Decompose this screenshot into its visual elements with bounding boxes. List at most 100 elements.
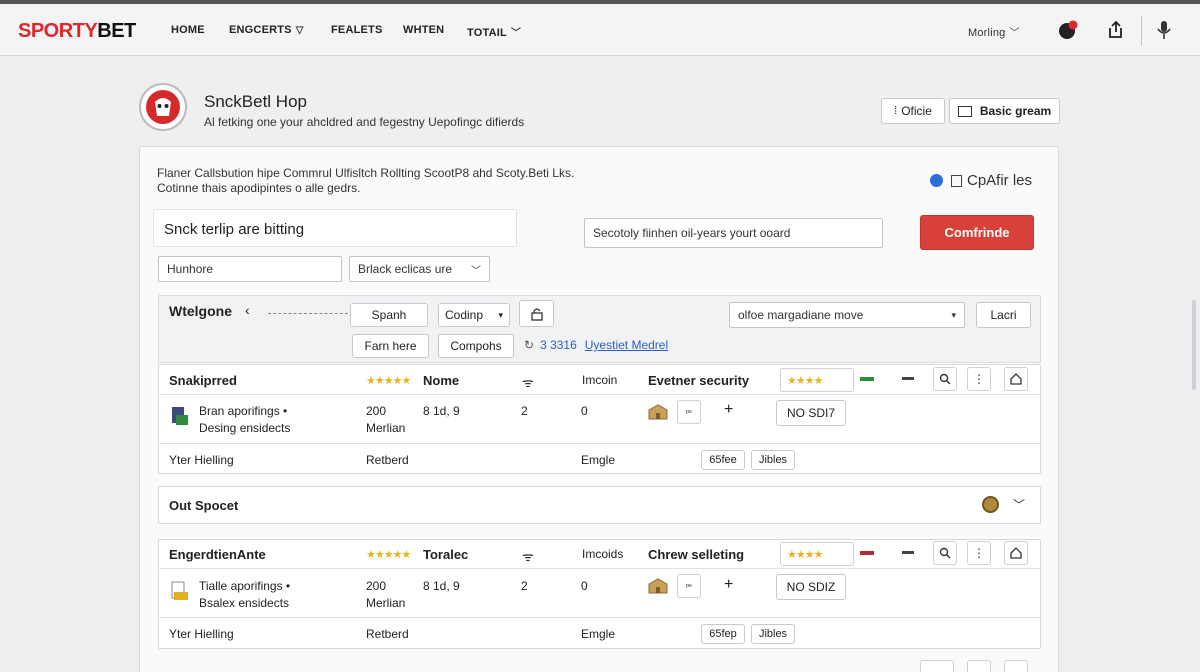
add-icon[interactable]: + xyxy=(724,576,733,594)
compohs-button[interactable]: Compohs xyxy=(438,334,514,358)
rating-box[interactable]: ★★★★ xyxy=(780,542,854,566)
form-heading: Snck terlip are bitting xyxy=(164,221,305,238)
odds-tag-button[interactable]: NO SDIZ xyxy=(776,574,846,600)
home-icon[interactable] xyxy=(1004,541,1028,565)
search-input[interactable]: Secotoly fiinhen oil-years yourt ooard xyxy=(584,218,883,248)
category-select[interactable]: Brlack eclicas ure ﹀ xyxy=(349,256,490,282)
home-icon[interactable] xyxy=(1004,367,1028,391)
avatar[interactable] xyxy=(138,82,188,132)
collapsible-section[interactable] xyxy=(158,486,1041,524)
more-vertical-icon[interactable]: ⋮ xyxy=(967,541,991,565)
section-title: Out Spocet xyxy=(169,498,239,513)
odds-v4: 0 xyxy=(581,579,588,593)
footer-market: Emgle xyxy=(581,453,616,467)
column-name: Nome xyxy=(423,373,460,388)
nav-totail[interactable]: TOTAIL ﹀ xyxy=(467,24,521,39)
brand-logo[interactable]: SPORTYBET xyxy=(18,20,136,43)
odds-v4: 0 xyxy=(581,404,588,418)
signal-icon: ᯤ xyxy=(522,549,534,564)
nav-fealets[interactable]: FEALETS xyxy=(331,24,383,36)
event-detail-line2: Bsalex ensidects xyxy=(199,596,290,610)
chevron-down-icon: ▾ xyxy=(951,309,956,320)
info-circle-icon xyxy=(930,174,943,187)
scrollbar-thumb[interactable] xyxy=(1192,300,1196,390)
bottom-action-button[interactable] xyxy=(967,660,991,672)
status-indicator xyxy=(860,377,874,381)
compare-select[interactable]: Codinp ▾ xyxy=(438,303,510,327)
market-select[interactable]: olfoe margadiane move ▾ xyxy=(729,302,965,328)
odds-value: 200 xyxy=(366,579,387,593)
minus-icon[interactable] xyxy=(902,551,914,554)
page-subtitle: Al fetking one your ahcldred and fegestn… xyxy=(204,115,525,129)
event-security: Evetner security xyxy=(648,373,750,388)
office-button[interactable]: ⁞ Oficie xyxy=(881,98,945,124)
bottom-action-button[interactable] xyxy=(1004,660,1028,672)
name-input[interactable]: Hunhore xyxy=(158,256,342,282)
filter-label: Wtelgone xyxy=(169,303,232,319)
stadium-icon xyxy=(648,404,668,420)
coin-icon xyxy=(982,496,999,513)
nav-engcerts[interactable]: ENGCERTS ▽ xyxy=(229,24,304,36)
basic-gream-button[interactable]: Basic gream xyxy=(949,98,1060,124)
notification-icon[interactable] xyxy=(1056,18,1080,42)
footer-label: Yter Hielling xyxy=(169,453,234,467)
footer-chip[interactable]: 65fee xyxy=(701,450,745,470)
footer-label: Yter Hielling xyxy=(169,627,234,641)
nav-home[interactable]: HOME xyxy=(171,24,205,36)
farm-here-button[interactable]: Farn here xyxy=(352,334,429,358)
signal-icon: ᯤ xyxy=(522,375,534,390)
odds-tag-button[interactable]: NO SDI7 xyxy=(776,400,846,426)
more-vertical-icon[interactable]: ⋮ xyxy=(967,367,991,391)
bottom-action-button[interactable] xyxy=(920,660,954,672)
info-link[interactable]: CpAfir les xyxy=(930,172,1032,189)
badge-icon[interactable]: ᵖᵉ xyxy=(677,400,701,424)
microphone-icon[interactable] xyxy=(1152,18,1176,42)
search-icon[interactable] xyxy=(933,367,957,391)
lock-button[interactable] xyxy=(519,300,554,327)
chevron-down-icon: ﹀ xyxy=(471,265,481,277)
footer-chip[interactable]: Jibles xyxy=(751,450,795,470)
odds-time: 8 1d, 9 xyxy=(423,404,460,418)
footer-chip[interactable]: 65fep xyxy=(701,624,745,644)
footer-market: Emgle xyxy=(581,627,616,641)
event-name: Snakiprred xyxy=(169,373,237,388)
odds-value: 200 xyxy=(366,404,387,418)
nav-whten[interactable]: WHTEN xyxy=(403,24,444,36)
event-rating: ★★★★★ xyxy=(366,549,411,561)
odds-label: Merlian xyxy=(366,596,406,610)
minus-icon[interactable] xyxy=(902,377,914,380)
footer-value: Retberd xyxy=(366,627,409,641)
row-divider xyxy=(158,394,1041,395)
search-chip[interactable]: Spanh xyxy=(350,303,428,327)
event-name: EngerdtienAnte xyxy=(169,547,266,562)
odds-v3: 2 xyxy=(521,579,528,593)
results-count[interactable]: ↻ 3 3316 Uyestiet Medrel xyxy=(524,338,668,352)
pin-icon: ⁞ xyxy=(894,105,898,117)
badge-icon[interactable]: ᵖᵉ xyxy=(677,574,701,598)
share-icon[interactable] xyxy=(1104,18,1128,42)
user-menu[interactable]: Morling ﹀ xyxy=(968,24,1020,39)
chevron-down-icon: ▾ xyxy=(498,309,503,320)
search-icon[interactable] xyxy=(933,541,957,565)
row-divider xyxy=(158,568,1041,569)
confirm-button[interactable]: Comfrinde xyxy=(920,215,1034,250)
footer-chip[interactable]: Jibles xyxy=(751,624,795,644)
footer-value: Retberd xyxy=(366,453,409,467)
event-rating: ★★★★★ xyxy=(366,375,411,387)
row-divider xyxy=(158,617,1041,618)
add-icon[interactable]: + xyxy=(724,401,733,419)
page-title: SnckBetl Hop xyxy=(204,92,307,111)
chevron-down-icon: ﹀ xyxy=(1009,28,1020,39)
rating-box[interactable]: ★★★★ xyxy=(780,368,854,392)
info-text-line2: Cotinne thais apodipintes o alle gedrs. xyxy=(157,181,361,195)
row-divider xyxy=(158,443,1041,444)
odds-v3: 2 xyxy=(521,404,528,418)
load-button[interactable]: Lacri xyxy=(976,302,1031,328)
column-name: Toralec xyxy=(423,547,469,562)
odds-label: Merlian xyxy=(366,421,406,435)
info-text-line1: Flaner Callsbution hipe Commrul Ulfisltc… xyxy=(157,166,575,180)
chevron-left-icon[interactable]: ‹ xyxy=(245,302,250,318)
chevron-down-icon[interactable]: ﹀ xyxy=(1013,496,1025,513)
event-security: Chrew selleting xyxy=(648,547,745,562)
event-detail-line2: Desing ensidects xyxy=(199,421,291,435)
